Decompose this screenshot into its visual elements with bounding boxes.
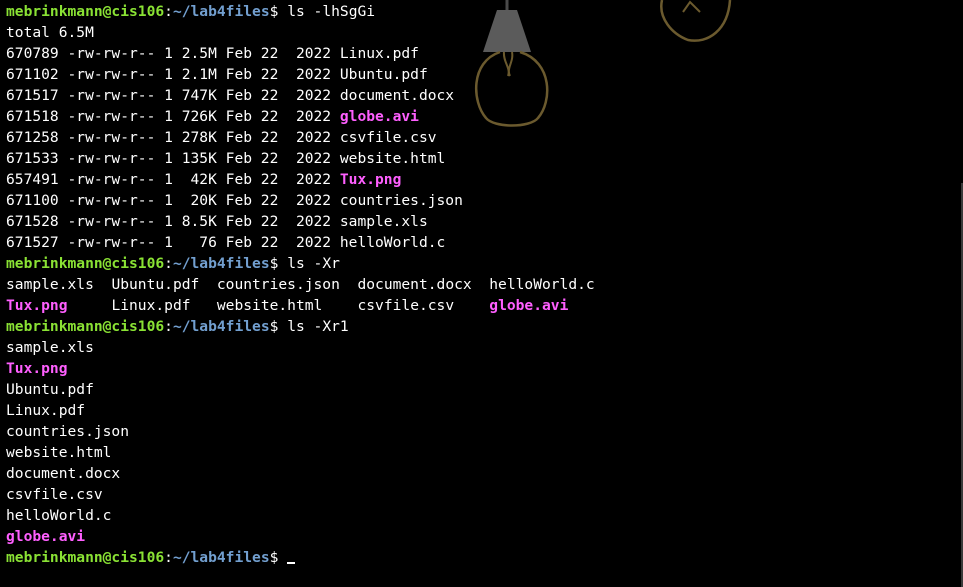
long-listing-row: 671527 -rw-rw-r-- 1 76 Feb 22 2022 hello… xyxy=(6,232,957,253)
file-name: helloWorld.c xyxy=(489,276,595,293)
file-metadata: 671102 -rw-rw-r-- 1 2.1M Feb 22 2022 xyxy=(6,66,340,83)
file-name: Ubuntu.pdf xyxy=(111,276,217,293)
long-listing-row: 657491 -rw-rw-r-- 1 42K Feb 22 2022 Tux.… xyxy=(6,169,957,190)
total-line: total 6.5M xyxy=(6,22,957,43)
file-name: Linux.pdf xyxy=(111,297,217,314)
prompt-path: ~/lab4files xyxy=(172,318,270,335)
prompt-path: ~/lab4files xyxy=(172,255,270,272)
file-name: Linux.pdf xyxy=(339,45,419,62)
file-name: Linux.pdf xyxy=(6,402,86,419)
file-metadata: 657491 -rw-rw-r-- 1 42K Feb 22 2022 xyxy=(6,171,340,188)
file-name: Ubuntu.pdf xyxy=(339,66,428,83)
file-name: document.docx xyxy=(339,87,455,104)
single-column-row: Linux.pdf xyxy=(6,400,957,421)
file-metadata: 671518 -rw-rw-r-- 1 726K Feb 22 2022 xyxy=(6,108,340,125)
file-name: csvfile.csv xyxy=(6,486,103,503)
prompt-user-host: mebrinkmann@cis106 xyxy=(6,255,165,272)
terminal-window[interactable]: mebrinkmann@cis106:~/lab4files$ ls -lhSg… xyxy=(0,0,963,587)
long-listing-row: 671533 -rw-rw-r-- 1 135K Feb 22 2022 web… xyxy=(6,148,957,169)
single-column-row: website.html xyxy=(6,442,957,463)
file-name: sample.xls xyxy=(6,276,112,293)
file-name: csvfile.csv xyxy=(357,297,490,314)
command-text: ls -Xr1 xyxy=(287,318,349,335)
command-text: ls -Xr xyxy=(287,255,340,272)
long-listing-row: 671102 -rw-rw-r-- 1 2.1M Feb 22 2022 Ubu… xyxy=(6,64,957,85)
file-name xyxy=(68,297,112,314)
prompt-path: ~/lab4files xyxy=(172,3,270,20)
command-text: ls -lhSgGi xyxy=(287,3,376,20)
file-name: countries.json xyxy=(339,192,463,209)
file-name: website.html xyxy=(339,150,446,167)
single-column-row: document.docx xyxy=(6,463,957,484)
single-column-row: sample.xls xyxy=(6,337,957,358)
text-cursor[interactable] xyxy=(287,562,296,564)
column-listing-row: Tux.png Linux.pdf website.html csvfile.c… xyxy=(6,295,957,316)
file-name: Tux.png xyxy=(6,360,68,377)
single-column-row: countries.json xyxy=(6,421,957,442)
total-size: total 6.5M xyxy=(6,24,94,41)
single-column-row: Tux.png xyxy=(6,358,957,379)
terminal-output[interactable]: mebrinkmann@cis106:~/lab4files$ ls -lhSg… xyxy=(6,1,957,568)
file-name: sample.xls xyxy=(339,213,428,230)
prompt-line: mebrinkmann@cis106:~/lab4files$ xyxy=(6,547,957,568)
file-name: Tux.png xyxy=(6,297,68,314)
long-listing-row: 671528 -rw-rw-r-- 1 8.5K Feb 22 2022 sam… xyxy=(6,211,957,232)
prompt-line: mebrinkmann@cis106:~/lab4files$ ls -Xr1 xyxy=(6,316,957,337)
prompt-symbol: $ xyxy=(269,549,288,566)
file-name: website.html xyxy=(216,297,358,314)
file-metadata: 671100 -rw-rw-r-- 1 20K Feb 22 2022 xyxy=(6,192,340,209)
single-column-row: globe.avi xyxy=(6,526,957,547)
long-listing-row: 671517 -rw-rw-r-- 1 747K Feb 22 2022 doc… xyxy=(6,85,957,106)
prompt-symbol: $ xyxy=(269,3,288,20)
file-metadata: 671517 -rw-rw-r-- 1 747K Feb 22 2022 xyxy=(6,87,340,104)
file-name: globe.avi xyxy=(489,297,569,314)
long-listing-row: 671258 -rw-rw-r-- 1 278K Feb 22 2022 csv… xyxy=(6,127,957,148)
file-name: helloWorld.c xyxy=(6,507,112,524)
file-name: Tux.png xyxy=(339,171,402,188)
file-name: csvfile.csv xyxy=(339,129,437,146)
file-name: globe.avi xyxy=(6,528,86,545)
prompt-user-host: mebrinkmann@cis106 xyxy=(6,549,165,566)
long-listing-row: 671100 -rw-rw-r-- 1 20K Feb 22 2022 coun… xyxy=(6,190,957,211)
file-name: document.docx xyxy=(6,465,121,482)
prompt-user-host: mebrinkmann@cis106 xyxy=(6,3,165,20)
prompt-line: mebrinkmann@cis106:~/lab4files$ ls -Xr xyxy=(6,253,957,274)
prompt-separator: : xyxy=(164,318,173,335)
prompt-path: ~/lab4files xyxy=(172,549,270,566)
file-name: sample.xls xyxy=(6,339,94,356)
file-name: document.docx xyxy=(357,276,490,293)
prompt-symbol: $ xyxy=(269,255,288,272)
file-name: website.html xyxy=(6,444,112,461)
single-column-row: Ubuntu.pdf xyxy=(6,379,957,400)
prompt-separator: : xyxy=(164,3,173,20)
file-metadata: 671258 -rw-rw-r-- 1 278K Feb 22 2022 xyxy=(6,129,340,146)
long-listing-row: 670789 -rw-rw-r-- 1 2.5M Feb 22 2022 Lin… xyxy=(6,43,957,64)
file-metadata: 671528 -rw-rw-r-- 1 8.5K Feb 22 2022 xyxy=(6,213,340,230)
column-listing-row: sample.xls Ubuntu.pdf countries.json doc… xyxy=(6,274,957,295)
file-name: globe.avi xyxy=(339,108,419,125)
single-column-row: csvfile.csv xyxy=(6,484,957,505)
prompt-line: mebrinkmann@cis106:~/lab4files$ ls -lhSg… xyxy=(6,1,957,22)
prompt-user-host: mebrinkmann@cis106 xyxy=(6,318,165,335)
single-column-row: helloWorld.c xyxy=(6,505,957,526)
file-name: helloWorld.c xyxy=(339,234,446,251)
file-name: countries.json xyxy=(6,423,130,440)
long-listing-row: 671518 -rw-rw-r-- 1 726K Feb 22 2022 glo… xyxy=(6,106,957,127)
file-metadata: 671533 -rw-rw-r-- 1 135K Feb 22 2022 xyxy=(6,150,340,167)
file-name: countries.json xyxy=(216,276,358,293)
prompt-symbol: $ xyxy=(269,318,288,335)
prompt-separator: : xyxy=(164,255,173,272)
prompt-separator: : xyxy=(164,549,173,566)
file-metadata: 670789 -rw-rw-r-- 1 2.5M Feb 22 2022 xyxy=(6,45,340,62)
file-name: Ubuntu.pdf xyxy=(6,381,94,398)
file-metadata: 671527 -rw-rw-r-- 1 76 Feb 22 2022 xyxy=(6,234,340,251)
